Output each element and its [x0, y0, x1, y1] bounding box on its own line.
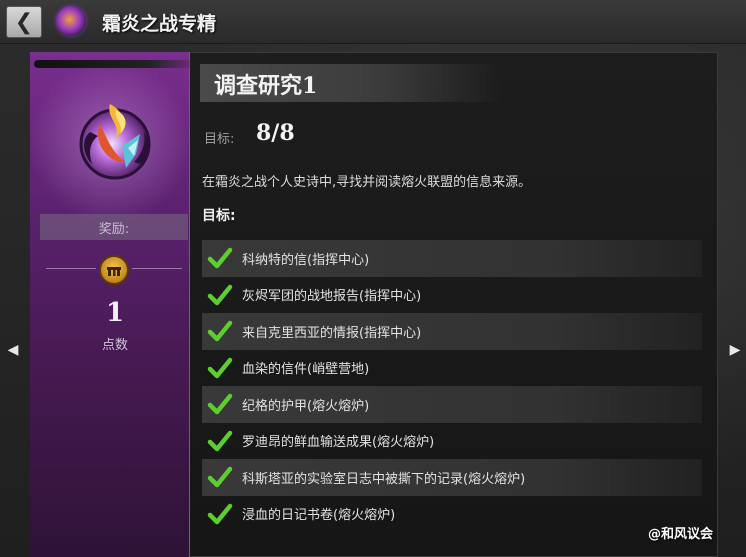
objective-label: 罗迪昂的鲜血输送成果(熔火熔炉) — [242, 435, 435, 451]
objective-label: 血染的信件(峭壁营地) — [242, 362, 370, 378]
objective-row: 浸血的日记书卷(熔火熔炉) — [202, 496, 702, 533]
objective-row: 来自克里西亚的情报(指挥中心) — [202, 313, 702, 350]
objectives-list: 科纳特的信(指挥中心) 灰烬军团的战地报告(指挥中心) 来自克里西亚的情报(指挥… — [202, 240, 702, 532]
objective-row: 灰烬军团的战地报告(指挥中心) — [202, 277, 702, 314]
mastery-point-icon — [99, 255, 129, 285]
points-label: 点数 — [101, 338, 128, 353]
points-value: 1 — [105, 298, 125, 328]
objective-row: 血染的信件(峭壁营地) — [202, 350, 702, 387]
checkmark-icon — [207, 430, 233, 451]
checkmark-icon — [207, 284, 233, 305]
frost-flame-crest-icon — [79, 104, 151, 180]
back-button[interactable]: ❮ — [6, 6, 42, 38]
triangle-right-icon: ▶ — [729, 342, 741, 358]
objective-label: 来自克里西亚的情报(指挥中心) — [242, 325, 422, 341]
objective-label: 纪格的护甲(熔火熔炉) — [242, 398, 370, 414]
reward-strip: 奖励: — [40, 214, 188, 240]
watermark-text: @和风议会 — [648, 527, 714, 542]
checkmark-icon — [207, 467, 233, 488]
reward-divider-left — [46, 268, 96, 269]
objective-label: 科纳特的信(指挥中心) — [242, 252, 370, 268]
chevron-left-icon: ❮ — [14, 9, 34, 35]
next-arrow-button[interactable]: ▶ — [728, 340, 742, 360]
triangle-left-icon: ◀ — [7, 342, 19, 358]
checkmark-icon — [207, 357, 233, 378]
objective-row: 罗迪昂的鲜血输送成果(熔火熔炉) — [202, 423, 702, 460]
achievement-title: 调查研究1 — [214, 73, 318, 99]
page-title: 霜炎之战专精 — [102, 13, 217, 35]
goal-progress: 8/8 — [256, 120, 295, 146]
objective-row: 科斯塔亚的实验室日志中被撕下的记录(熔火熔炉) — [202, 459, 702, 496]
checkmark-icon — [207, 321, 233, 342]
objective-label: 浸血的日记书卷(熔火熔炉) — [242, 508, 396, 524]
checkmark-icon — [207, 503, 233, 524]
objectives-heading: 目标: — [202, 208, 236, 224]
achievement-description: 在霜炎之战个人史诗中,寻找并阅读熔火联盟的信息来源。 — [202, 175, 532, 190]
reward-divider-right — [132, 268, 182, 269]
title-bar: ❮ 霜炎之战专精 — [0, 0, 746, 44]
objective-row: 科纳特的信(指挥中心) — [202, 240, 702, 277]
objective-row: 纪格的护甲(熔火熔炉) — [202, 386, 702, 423]
objective-label: 灰烬军团的战地报告(指挥中心) — [242, 289, 422, 305]
checkmark-icon — [207, 394, 233, 415]
goal-label: 目标: — [204, 132, 235, 147]
frost-flame-emblem-icon — [56, 6, 86, 36]
brush-stroke-divider — [34, 60, 198, 68]
reward-label: 奖励: — [98, 221, 130, 237]
checkmark-icon — [207, 248, 233, 269]
previous-arrow-button[interactable]: ◀ — [6, 340, 20, 360]
objective-label: 科斯塔亚的实验室日志中被撕下的记录(熔火熔炉) — [242, 471, 526, 487]
